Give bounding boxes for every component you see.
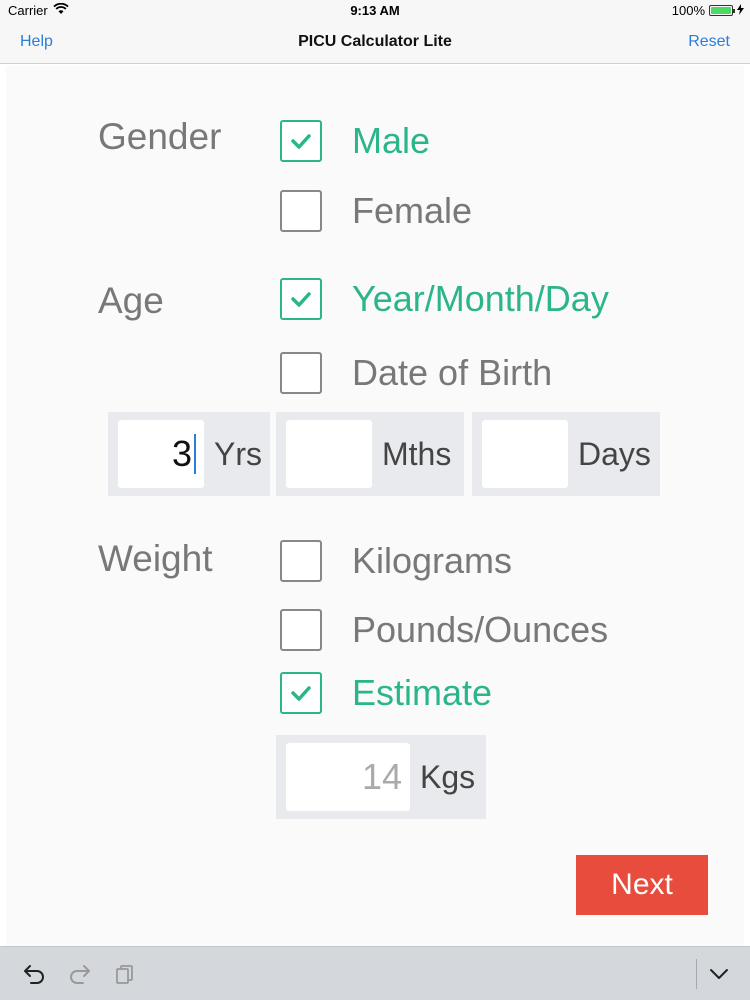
days-field-group: Days [472, 412, 660, 496]
weight-label: Weight [98, 538, 213, 579]
age-option-ymd[interactable]: Year/Month/Day [280, 278, 609, 320]
gender-label: Gender [98, 116, 222, 157]
navigation-bar: Help PICU Calculator Lite Reset [0, 22, 750, 64]
pounds-checkbox[interactable] [280, 609, 322, 651]
checkmark-icon [291, 292, 311, 307]
text-cursor [194, 434, 196, 474]
estimate-checkbox[interactable] [280, 672, 322, 714]
weight-field-group: 14 Kgs [276, 735, 486, 819]
days-unit: Days [578, 435, 651, 472]
status-right: 100% [672, 3, 744, 18]
male-checkbox[interactable] [280, 120, 322, 162]
years-field-group: 3 Yrs [108, 412, 270, 496]
weight-option-kilograms[interactable]: Kilograms [280, 540, 512, 582]
charging-icon [737, 3, 744, 18]
months-field-group: Mths [276, 412, 464, 496]
paste-icon[interactable] [112, 961, 138, 987]
calculator-form: Gender Male Female Age Year/Month/Day Da… [6, 66, 744, 946]
age-option-dob[interactable]: Date of Birth [280, 352, 552, 394]
estimate-label: Estimate [352, 672, 493, 713]
chevron-down-icon[interactable] [706, 961, 732, 987]
checkmark-icon [291, 686, 311, 701]
keyboard-shortcut-bar [0, 946, 750, 1000]
weight-option-pounds[interactable]: Pounds/Ounces [280, 609, 608, 651]
female-label: Female [352, 190, 473, 231]
female-checkbox[interactable] [280, 190, 322, 232]
kilograms-checkbox[interactable] [280, 540, 322, 582]
days-input[interactable] [482, 420, 568, 488]
weight-input[interactable]: 14 [286, 743, 410, 811]
gender-option-male[interactable]: Male [280, 120, 430, 162]
months-unit: Mths [382, 435, 452, 472]
weight-unit: Kgs [420, 758, 476, 795]
age-label: Age [98, 280, 164, 321]
redo-icon[interactable] [66, 961, 92, 987]
years-value: 3 [171, 433, 192, 474]
gender-option-female[interactable]: Female [280, 190, 472, 232]
battery-icon [709, 5, 735, 16]
checkmark-icon [291, 134, 311, 149]
page-title: PICU Calculator Lite [298, 33, 452, 50]
months-input[interactable] [286, 420, 372, 488]
kilograms-label: Kilograms [352, 540, 513, 581]
years-unit: Yrs [214, 435, 262, 472]
status-bar: Carrier 9:13 AM 100% [0, 0, 750, 22]
next-button[interactable]: Next [576, 855, 708, 915]
ymd-checkbox[interactable] [280, 278, 322, 320]
battery-percent: 100% [671, 3, 705, 18]
weight-value: 14 [361, 756, 402, 797]
status-time: 9:13 AM [350, 3, 400, 18]
male-label: Male [352, 120, 431, 161]
toolbar-divider [696, 959, 697, 989]
ymd-label: Year/Month/Day [352, 278, 609, 319]
dob-label: Date of Birth [352, 352, 553, 393]
dob-checkbox[interactable] [280, 352, 322, 394]
undo-icon[interactable] [22, 961, 48, 987]
weight-option-estimate[interactable]: Estimate [280, 672, 492, 714]
pounds-label: Pounds/Ounces [352, 609, 609, 650]
reset-button[interactable]: Reset [688, 33, 730, 51]
years-input[interactable]: 3 [118, 420, 204, 488]
